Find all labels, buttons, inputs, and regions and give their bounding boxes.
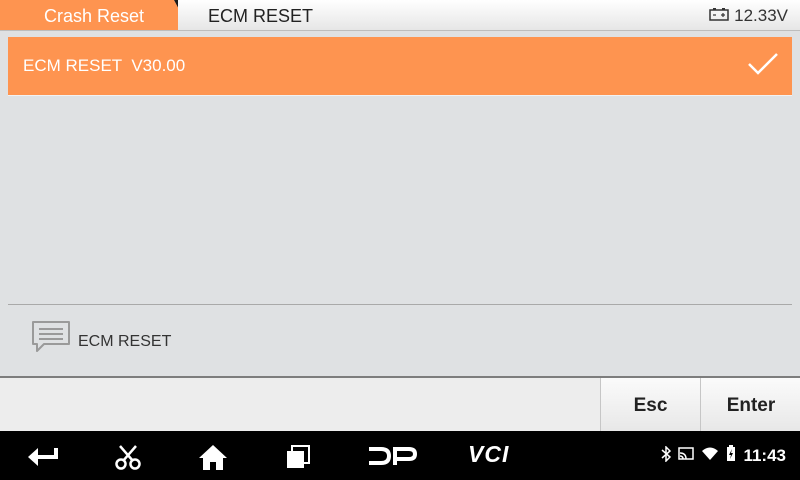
navigation-bar: VCI 11:43 bbox=[0, 431, 800, 480]
recent-apps-icon[interactable] bbox=[285, 444, 311, 475]
top-bar: Crash Reset ECM RESET 12.33V bbox=[0, 0, 800, 31]
esc-button[interactable]: Esc bbox=[600, 378, 700, 433]
message-icon bbox=[30, 319, 72, 360]
enter-button[interactable]: Enter bbox=[700, 378, 800, 433]
function-list-panel: ECM RESET V30.00 ECM RESET bbox=[0, 31, 800, 376]
breadcrumb-crash-reset[interactable]: Crash Reset bbox=[44, 6, 144, 27]
divider bbox=[8, 304, 792, 305]
list-item-label: ECM RESET V30.00 bbox=[23, 56, 186, 75]
checkmark-icon bbox=[746, 50, 780, 83]
command-bar: Esc Enter bbox=[0, 376, 800, 433]
battery-charging-icon bbox=[726, 445, 736, 467]
info-text: ECM RESET bbox=[78, 332, 172, 350]
info-area: ECM RESET bbox=[30, 319, 171, 360]
battery-voltage: 12.33V bbox=[709, 6, 788, 26]
voltage-value: 12.33V bbox=[734, 6, 788, 25]
clock: 11:43 bbox=[743, 446, 786, 465]
wifi-icon bbox=[701, 447, 719, 466]
list-item-ecm-reset[interactable]: ECM RESET V30.00 bbox=[8, 37, 792, 96]
scissors-icon[interactable] bbox=[114, 444, 142, 475]
back-icon[interactable] bbox=[26, 445, 60, 472]
car-battery-icon bbox=[709, 6, 729, 26]
home-icon[interactable] bbox=[198, 443, 228, 476]
vci-icon[interactable]: VCI bbox=[468, 441, 509, 468]
cast-icon bbox=[678, 446, 695, 466]
breadcrumb-ecm-reset[interactable]: ECM RESET bbox=[208, 6, 313, 27]
dp-icon[interactable] bbox=[366, 445, 418, 472]
status-area: 11:43 bbox=[661, 444, 786, 467]
bluetooth-icon bbox=[661, 444, 672, 467]
